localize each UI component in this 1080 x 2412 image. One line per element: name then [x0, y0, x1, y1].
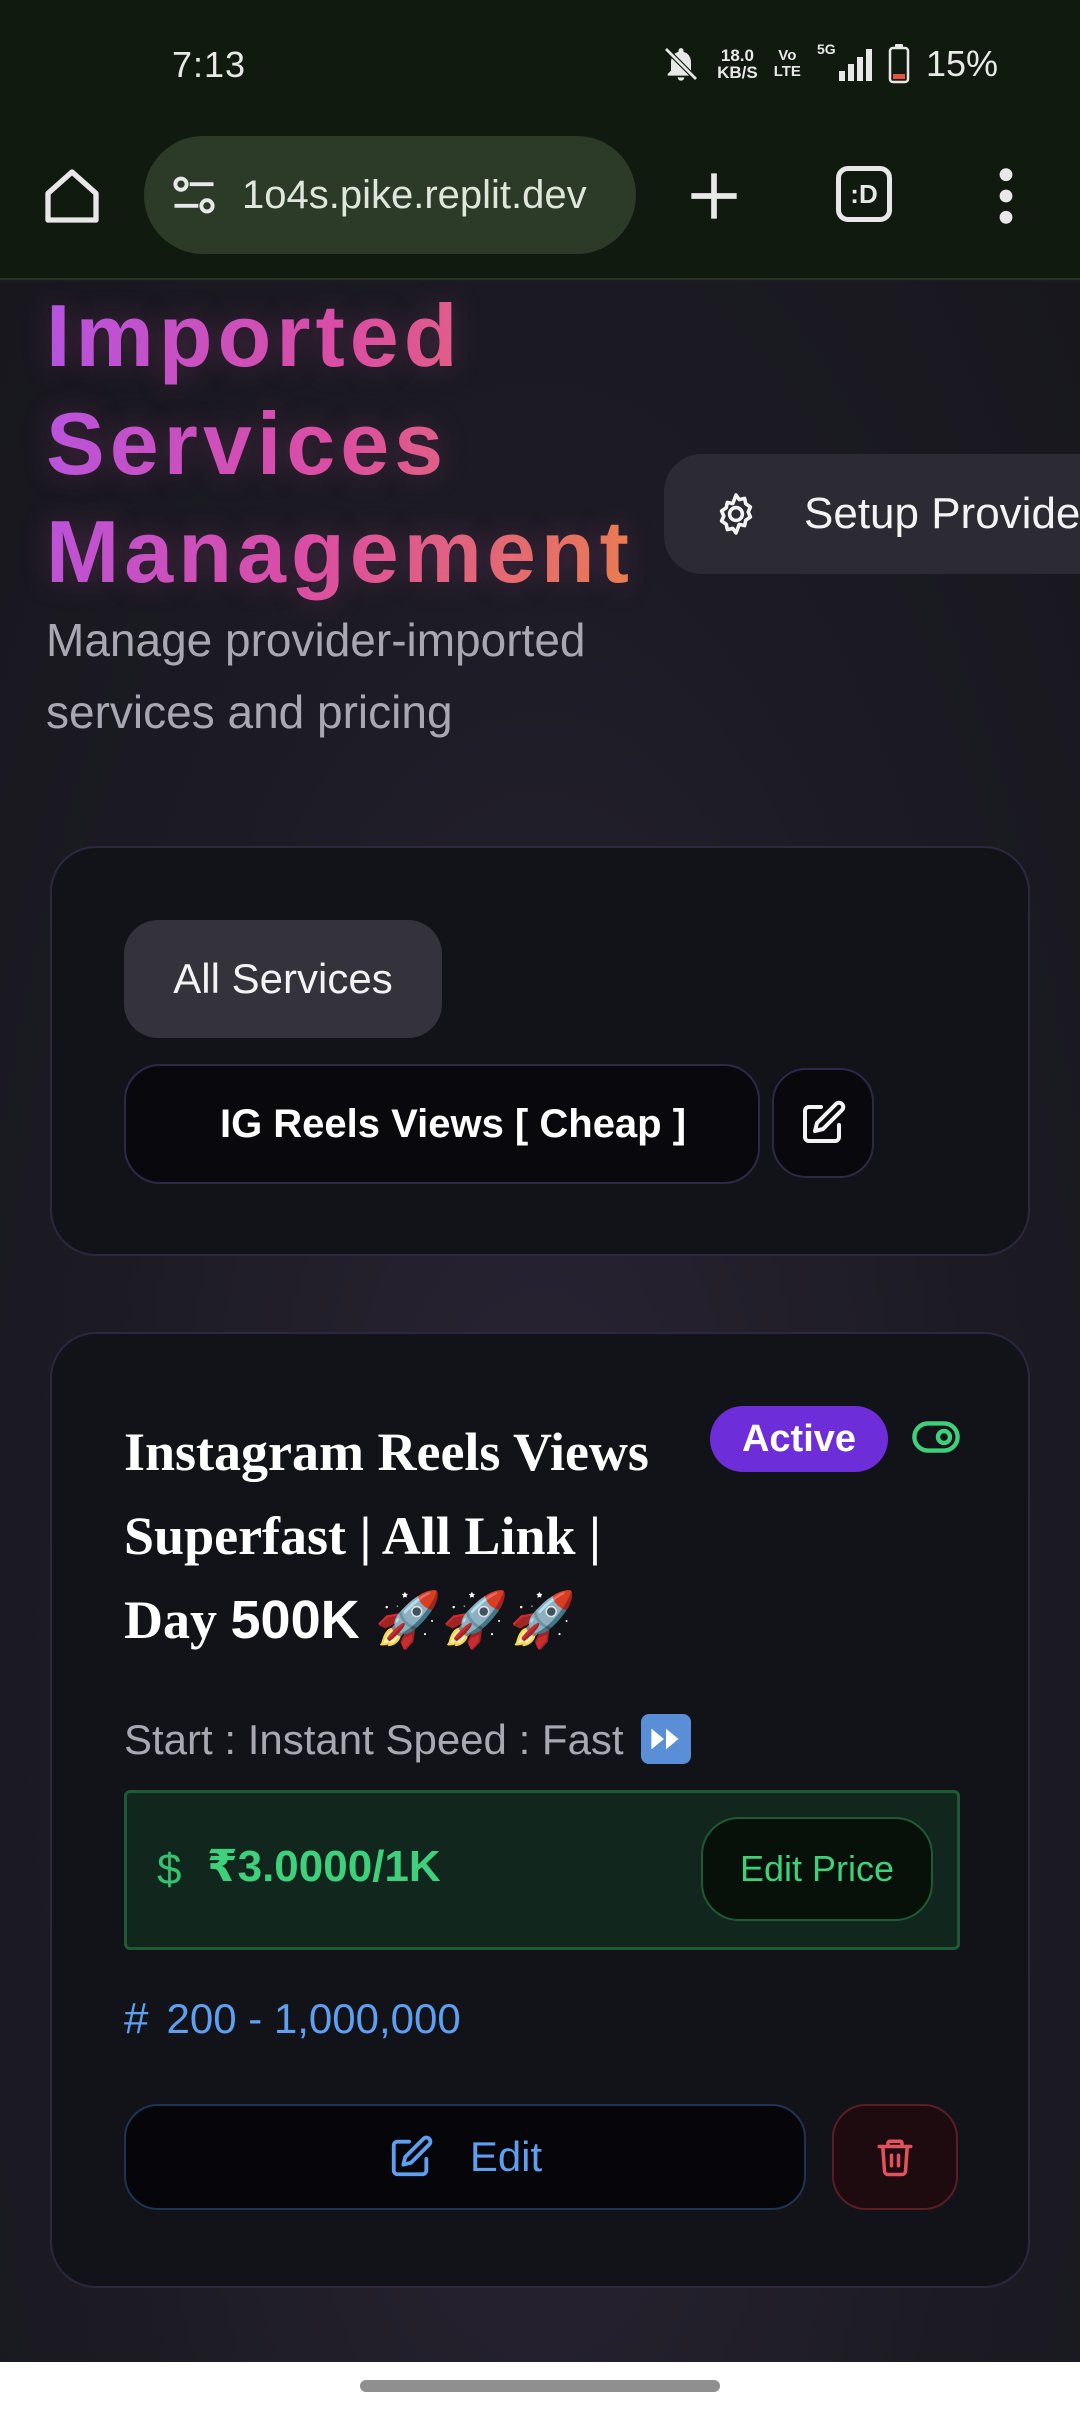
net-speed: 18.0 KB/S: [717, 47, 758, 81]
gesture-pill[interactable]: [360, 2380, 720, 2392]
edit-service-button[interactable]: Edit: [124, 2104, 806, 2210]
service-meta-text: Start : Instant Speed : Fast: [124, 1716, 624, 1763]
gear-icon: [719, 493, 753, 535]
net-speed-unit: KB/S: [717, 63, 758, 82]
trash-icon: [877, 2139, 913, 2177]
volte-indicator: Vo LTE: [774, 48, 801, 80]
dollar-icon: $: [157, 1845, 182, 1894]
page-subtitle: Manage provider-imported services and pr…: [46, 614, 586, 738]
title-line: Imported: [46, 286, 463, 385]
setup-provider-label: Setup Provider: [804, 489, 1080, 538]
battery-icon: [888, 44, 910, 84]
page-content: Imported Services Management Manage prov…: [0, 282, 1080, 2362]
url-text[interactable]: 1o4s.pike.replit.dev: [242, 173, 622, 218]
edit-category-button[interactable]: [772, 1068, 874, 1178]
price-box: $ ₹3.0000/1K Edit Price: [124, 1790, 960, 1950]
quantity-range: # 200 - 1,000,000: [124, 1994, 461, 2044]
tab-switcher-button[interactable]: :D: [836, 166, 892, 222]
category-filter-button[interactable]: IG Reels Views [ Cheap ]: [124, 1064, 760, 1184]
hash-icon: #: [124, 1994, 149, 2043]
quantity-range-text: 200 - 1,000,000: [166, 1995, 461, 2042]
service-name: Instagram Reels Views Superfast | All Li…: [124, 1410, 704, 1662]
status-badge: Active: [710, 1406, 888, 1472]
service-name-tail: 500K 🚀🚀🚀: [230, 1590, 577, 1650]
tab-switcher-label: :D: [850, 178, 878, 209]
all-services-button[interactable]: All Services: [124, 920, 442, 1038]
service-card: Instagram Reels Views Superfast | All Li…: [50, 1332, 1030, 2288]
fast-forward-icon: [641, 1714, 692, 1764]
site-settings-icon[interactable]: [168, 169, 220, 221]
edit-icon: [391, 2135, 433, 2177]
signal-label: 5G: [816, 41, 836, 57]
bell-off-icon: [664, 47, 698, 81]
browser-toolbar: 1o4s.pike.replit.dev :D: [0, 132, 1080, 280]
delete-service-button[interactable]: [832, 2104, 958, 2210]
status-bar: 7:13 18.0 KB/S Vo LTE 5G 15%: [0, 0, 1080, 132]
edit-price-button[interactable]: Edit Price: [701, 1817, 933, 1921]
net-speed-value: 18.0: [720, 46, 754, 65]
address-bar[interactable]: 1o4s.pike.replit.dev: [144, 136, 636, 254]
more-vert-icon[interactable]: [986, 164, 1026, 228]
toggle-icon[interactable]: [912, 1418, 960, 1456]
edit-icon: [803, 1100, 846, 1143]
page-title: Imported Services Management: [46, 282, 686, 606]
gesture-bar-area: [0, 2362, 1080, 2412]
status-icons: 18.0 KB/S Vo LTE 5G 15%: [661, 40, 998, 88]
battery-percent: 15%: [925, 43, 998, 84]
plus-icon[interactable]: [680, 162, 748, 230]
category-filter-card: All Services IG Reels Views [ Cheap ]: [50, 846, 1030, 1256]
signal-icon: 5G: [817, 41, 872, 81]
setup-provider-button[interactable]: Setup Provider: [664, 454, 1080, 574]
volte-bottom: LTE: [773, 63, 801, 80]
service-meta: Start : Instant Speed : Fast: [124, 1714, 692, 1764]
home-icon[interactable]: [40, 164, 104, 228]
status-time: 7:13: [172, 44, 247, 85]
volte-top: Vo: [778, 47, 797, 64]
title-line: Services: [46, 394, 449, 493]
edit-service-label: Edit: [469, 2133, 543, 2180]
service-price: ₹3.0000/1K: [207, 1842, 441, 1891]
title-line: Management: [46, 502, 634, 601]
